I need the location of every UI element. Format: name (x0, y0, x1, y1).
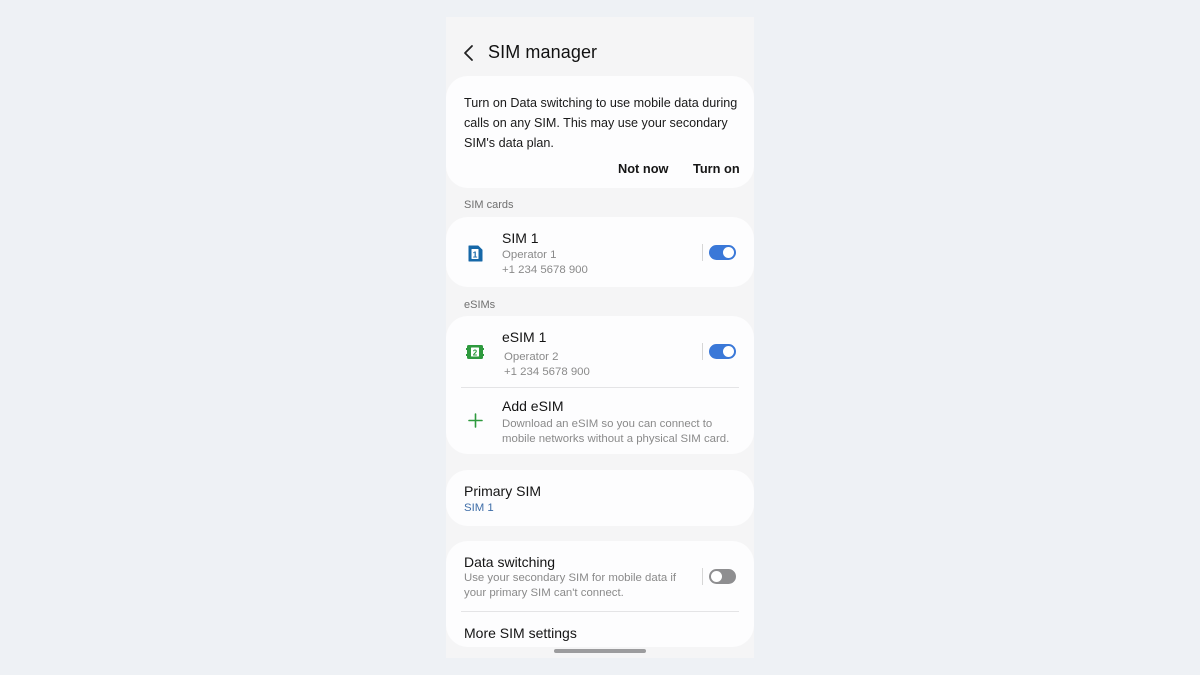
gesture-home-bar[interactable] (554, 649, 646, 653)
sim-1-operator: Operator 1 (502, 249, 557, 261)
primary-sim-card: Primary SIM SIM 1 (446, 470, 754, 526)
sim-1-toggle[interactable] (709, 245, 736, 260)
sim-cards-card: 1 SIM 1 Operator 1 +1 234 5678 900 (446, 217, 754, 287)
section-label-esims: eSIMs (464, 299, 496, 311)
toggle-knob (711, 571, 722, 582)
chevron-left-icon (464, 45, 473, 61)
toggle-knob (723, 247, 734, 258)
sim-card-1-icon: 1 (468, 245, 483, 262)
toggle-knob (723, 346, 734, 357)
data-settings-card: Data switching Use your secondary SIM fo… (446, 541, 754, 647)
add-esim-row[interactable]: Add eSIM Download an eSIM so you can con… (446, 388, 754, 454)
primary-sim-value: SIM 1 (464, 502, 494, 514)
toggle-divider (702, 568, 703, 585)
toggle-divider (702, 244, 703, 261)
primary-sim-row[interactable]: Primary SIM SIM 1 (446, 470, 754, 526)
esim-icon-label: 2 (473, 348, 478, 357)
toggle-divider (702, 343, 703, 360)
add-esim-title: Add eSIM (502, 398, 564, 414)
not-now-button[interactable]: Not now (618, 161, 668, 176)
data-switching-title: Data switching (464, 554, 556, 570)
esim-1-number: +1 234 5678 900 (504, 366, 590, 378)
sim-1-number: +1 234 5678 900 (502, 264, 588, 276)
sim-icon-label: 1 (473, 249, 478, 259)
data-switching-description: Use your secondary SIM for mobile data i… (464, 572, 677, 599)
more-sim-settings-title: More SIM settings (464, 625, 577, 641)
turn-on-button[interactable]: Turn on (693, 161, 740, 176)
section-label-sim-cards: SIM cards (464, 199, 514, 211)
app-header: SIM manager (446, 17, 754, 75)
data-switching-row[interactable]: Data switching Use your secondary SIM fo… (446, 541, 754, 611)
plus-icon (468, 413, 483, 428)
notice-text: Turn on Data switching to use mobile dat… (464, 96, 738, 150)
esim-1-row[interactable]: 2 eSIM 1 Operator 2 +1 234 5678 900 (446, 316, 754, 386)
data-switching-toggle[interactable] (709, 569, 736, 584)
primary-sim-title: Primary SIM (464, 483, 541, 499)
sim-1-row[interactable]: 1 SIM 1 Operator 1 +1 234 5678 900 (446, 217, 754, 287)
esim-1-toggle[interactable] (709, 344, 736, 359)
back-button[interactable] (460, 41, 480, 65)
sim-manager-screen: SIM manager Turn on Data switching to us… (446, 17, 754, 658)
esim-1-title: eSIM 1 (502, 329, 547, 345)
page-title: SIM manager (488, 42, 598, 62)
sim-1-title: SIM 1 (502, 230, 539, 246)
more-sim-settings-row[interactable]: More SIM settings (446, 612, 754, 647)
add-esim-description: Download an eSIM so you can connect to m… (502, 418, 730, 445)
esim-2-icon: 2 (466, 345, 484, 359)
esim-1-operator: Operator 2 (504, 351, 559, 363)
esims-card: 2 eSIM 1 Operator 2 +1 234 5678 900 Add … (446, 316, 754, 454)
